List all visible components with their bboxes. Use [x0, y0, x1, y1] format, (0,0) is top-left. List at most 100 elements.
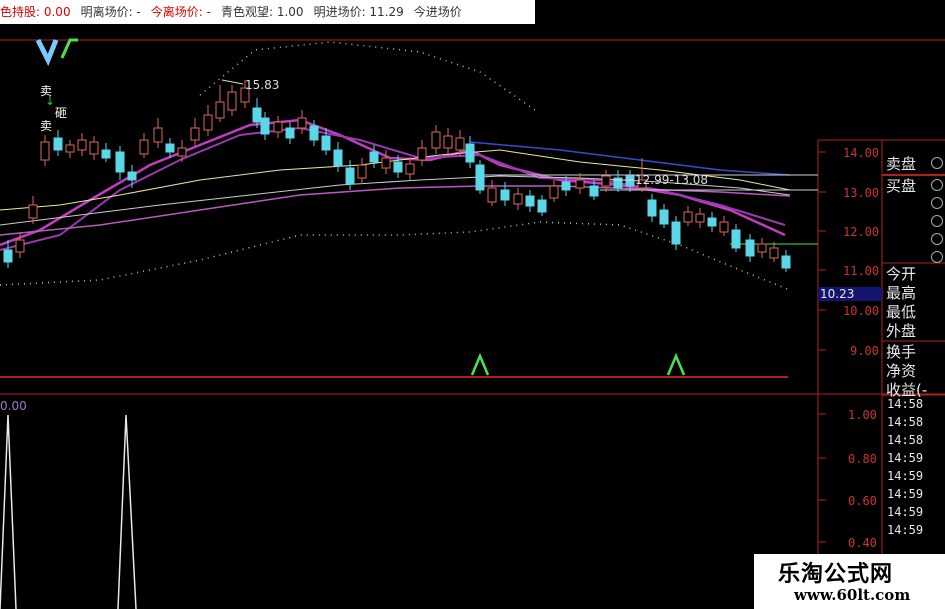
candle-body [417, 147, 427, 161]
candle-body [475, 164, 485, 191]
expand-button[interactable] [931, 233, 943, 245]
trade-time: 14:59 [887, 505, 924, 519]
price-tick: 14.00 [843, 146, 880, 160]
candle-body [455, 137, 465, 151]
candle-body [65, 144, 75, 153]
candle-body [321, 135, 331, 151]
net-asset-label: 净资 [886, 362, 917, 380]
candle-body [101, 149, 111, 159]
candle-body [3, 249, 13, 263]
candle-body [513, 193, 523, 205]
open-label: 今开 [886, 265, 917, 283]
trade-time: 14:59 [887, 469, 924, 483]
candle-body [15, 239, 25, 253]
candle-body [333, 149, 343, 167]
candle-body [431, 131, 441, 149]
candle-body [381, 157, 391, 169]
candle-body [309, 125, 319, 141]
candle-body [139, 139, 149, 155]
price-tick: 13.00 [843, 186, 880, 200]
indicator-spike [117, 414, 137, 609]
candle-body [227, 91, 237, 111]
candle-body [601, 175, 611, 187]
buy-signal-marker [470, 352, 490, 376]
down-arrow-icon: ↓ [45, 94, 56, 108]
price-tick: 9.00 [850, 344, 879, 358]
trade-time: 14:58 [887, 415, 924, 429]
candle-body [405, 163, 415, 175]
turnover-label: 换手 [886, 343, 917, 361]
sell-signal-label-2: 卖 [40, 119, 53, 133]
candle-body [769, 247, 779, 259]
low-label: 最低 [886, 303, 917, 321]
candle-body [153, 127, 163, 143]
expand-button[interactable] [931, 157, 943, 169]
candle-body [707, 217, 717, 227]
candle-body [215, 101, 225, 119]
buy-signal-marker [666, 352, 686, 376]
candle-body [53, 137, 63, 151]
candle-body [537, 199, 547, 213]
high-label: 最高 [886, 284, 917, 302]
candle-body [260, 117, 270, 135]
stock-chart[interactable] [0, 0, 945, 609]
candle-body [757, 243, 767, 253]
price-tick: 10.00 [843, 304, 880, 318]
price-tick: 12.00 [843, 225, 880, 239]
expand-button[interactable] [931, 215, 943, 227]
site-watermark: 乐淘公式网 www.60lt.com [754, 554, 945, 609]
candle-body [40, 141, 50, 161]
high-pointer [221, 79, 244, 85]
indicator-tick: 1.00 [848, 408, 877, 422]
candle-body [28, 204, 38, 219]
watermark-title: 乐淘公式网 [778, 562, 894, 587]
candle-body [561, 181, 571, 191]
indicator-tick: 0.80 [848, 452, 877, 466]
candle-body [273, 121, 283, 133]
sell-book-label[interactable]: 卖盘 [886, 153, 916, 174]
candle-body [190, 127, 200, 141]
expand-button[interactable] [931, 179, 943, 191]
candle-body [203, 114, 213, 131]
candle-body [357, 164, 367, 179]
candle-body [525, 195, 535, 207]
expand-button[interactable] [931, 197, 943, 209]
candle-body [297, 117, 307, 129]
watermark-url: www.60lt.com [794, 586, 911, 604]
indicator-value: 0.00 [0, 399, 27, 413]
current-price-tag: 10.23 [818, 287, 882, 301]
candle-body [89, 141, 99, 155]
trade-time: 14:59 [887, 523, 924, 537]
price-range-label: 12.99-13.08 [635, 173, 709, 187]
indicator-tick: 0.40 [848, 536, 877, 550]
high-price-label: 15.83 [245, 78, 280, 92]
buy-book-label[interactable]: 买盘 [886, 175, 916, 196]
candle-body [443, 135, 453, 149]
price-tick: 11.00 [843, 264, 880, 278]
candle-body [671, 221, 681, 245]
candle-body [549, 185, 559, 199]
trade-time: 14:58 [887, 397, 924, 411]
candle-body [465, 143, 475, 163]
candle-body [719, 221, 729, 233]
signal-bars [35, 38, 59, 67]
candle-body [647, 199, 657, 217]
candle-body [177, 147, 187, 157]
candle-body [781, 255, 791, 269]
candle-body [487, 187, 497, 203]
outer-volume-label: 外盘 [886, 322, 917, 340]
candle-body [589, 185, 599, 197]
expand-button[interactable] [931, 251, 943, 263]
upper-band [199, 41, 536, 111]
candle-body [77, 139, 87, 151]
candle-body [683, 211, 693, 223]
candle-body [285, 127, 295, 139]
quote-panel: 卖盘 买盘 今开 最高 最低 外盘 换手 净资 收益(- 14:58 14:58… [882, 145, 945, 609]
candle-body [393, 161, 403, 173]
candle-body [731, 229, 741, 249]
smash-signal-label: 砸 [55, 106, 68, 120]
candle-body [745, 239, 755, 257]
candle-body [625, 175, 635, 187]
candle-body [252, 107, 262, 123]
candle-body [127, 171, 137, 181]
